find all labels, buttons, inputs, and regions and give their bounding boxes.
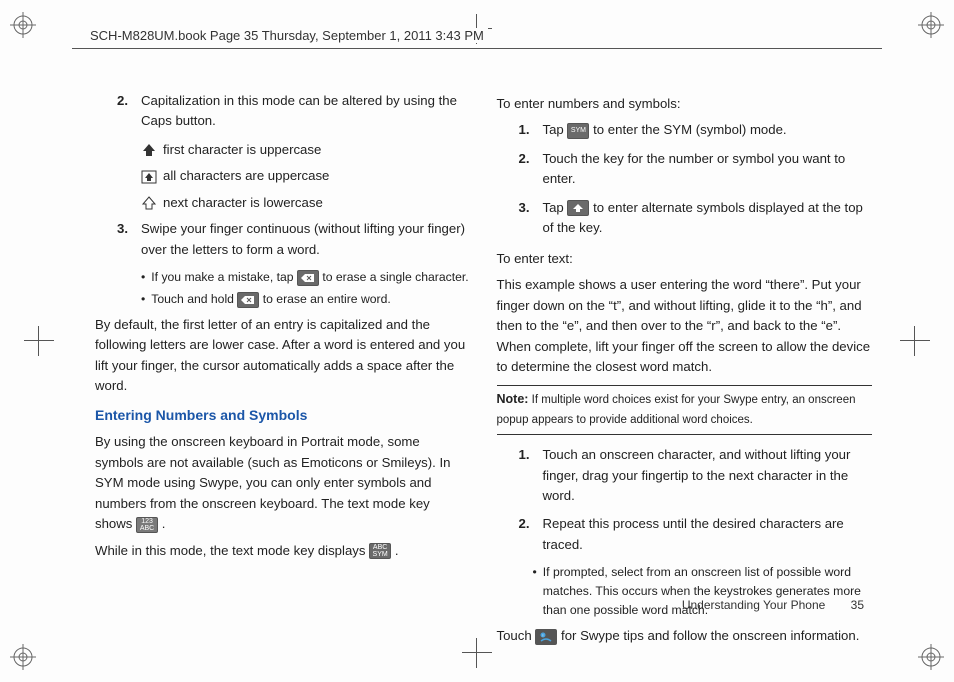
list-number: 3. [519,198,543,239]
bullet-body: If you make a mistake, tap to erase a si… [151,268,470,287]
registration-mark-icon [918,12,944,38]
shift-key-icon [567,200,589,216]
page-footer: Understanding Your Phone 35 [682,598,864,612]
text-run: for Swype tips and follow the onscreen i… [561,628,859,643]
shift-lower-icon [141,196,157,210]
text-run: While in this mode, the text mode key di… [95,543,369,558]
registration-mark-icon [10,12,36,38]
text-run: Tap [543,122,568,137]
paragraph: Touch i for Swype tips and follow the on… [497,626,873,646]
list-number: 2. [519,514,543,555]
note-label: Note: [497,392,529,406]
running-head: SCH-M828UM.book Page 35 Thursday, Septem… [86,28,488,43]
bullet-icon: • [533,563,537,620]
sub-bullet: • If you make a mistake, tap to erase a … [141,268,471,287]
paragraph: By default, the first letter of an entry… [95,315,471,397]
list-body: Repeat this process until the desired ch… [543,514,873,555]
right-column: To enter numbers and symbols: 1. Tap SYM… [497,88,873,612]
list-item: 2. Repeat this process until the desired… [519,514,873,555]
list-number: 3. [117,219,141,260]
section-heading: Entering Numbers and Symbols [95,405,471,427]
list-item: 1. Touch an onscreen character, and with… [519,445,873,506]
list-body: Tap SYM to enter the SYM (symbol) mode. [543,120,873,140]
caps-state-label: next character is lowercase [163,193,323,213]
text-run: . [395,543,399,558]
key-label: SYM [571,127,586,134]
body-columns: 2. Capitalization in this mode can be al… [95,88,872,612]
text-run: . [162,516,166,531]
sym-key-icon: SYM [567,123,589,139]
crop-mark-icon [24,326,54,356]
registration-mark-icon [918,644,944,670]
list-body: Tap to enter alternate symbols displayed… [543,198,873,239]
list-item: 2. Capitalization in this mode can be al… [117,91,471,132]
lead-in: To enter text: [497,249,873,269]
manual-page: SCH-M828UM.book Page 35 Thursday, Septem… [0,0,954,682]
sub-bullet: • Touch and hold to erase an entire word… [141,290,471,309]
paragraph: This example shows a user entering the w… [497,275,873,377]
abc123-key-icon: 123ABC [136,517,158,533]
registration-mark-icon [10,644,36,670]
bullet-icon: • [141,290,145,309]
caps-state-line: first character is uppercase [141,140,471,160]
caps-state-label: first character is uppercase [163,140,321,160]
list-item: 1. Tap SYM to enter the SYM (symbol) mod… [519,120,873,140]
paragraph: By using the onscreen keyboard in Portra… [95,432,471,534]
bullet-body: Touch and hold to erase an entire word. [151,290,470,309]
list-item: 3. Tap to enter alternate symbols displa… [519,198,873,239]
note: Note: If multiple word choices exist for… [497,390,873,430]
list-body: Touch an onscreen character, and without… [543,445,873,506]
shift-all-upper-icon [141,170,157,184]
text-run: Tap [543,200,568,215]
left-column: 2. Capitalization in this mode can be al… [95,88,471,612]
backspace-key-icon [297,270,319,286]
bullet-icon: • [141,268,145,287]
caps-state-line: next character is lowercase [141,193,471,213]
caps-state-label: all characters are uppercase [163,166,329,186]
list-item: 2. Touch the key for the number or symbo… [519,149,873,190]
text-run: If you make a mistake, tap [151,270,297,284]
header-rule [72,48,882,49]
text-run: to erase a single character. [322,270,468,284]
paragraph: While in this mode, the text mode key di… [95,541,471,561]
list-number: 1. [519,445,543,506]
list-number: 2. [519,149,543,190]
list-body: Touch the key for the number or symbol y… [543,149,873,190]
note-rule [497,385,873,386]
list-number: 1. [519,120,543,140]
backspace-key-icon [237,292,259,308]
shift-first-upper-icon [141,143,157,157]
text-run: Touch and hold [151,292,237,306]
swype-info-key-icon: i [535,629,557,645]
caps-state-line: all characters are uppercase [141,166,471,186]
footer-page-number: 35 [851,598,864,612]
note-body: If multiple word choices exist for your … [497,394,856,426]
text-run: Touch [497,628,536,643]
abcsym-key-icon: ABCSYM [369,543,391,559]
text-run: to enter the SYM (symbol) mode. [593,122,787,137]
list-body: Capitalization in this mode can be alter… [141,91,471,132]
text-run: to enter alternate symbols displayed at … [543,200,863,235]
crop-mark-icon [462,638,492,668]
svg-text:i: i [543,632,544,637]
lead-in: To enter numbers and symbols: [497,94,873,114]
list-body: Swipe your finger continuous (without li… [141,219,471,260]
list-number: 2. [117,91,141,132]
footer-section: Understanding Your Phone [682,598,825,612]
list-item: 3. Swipe your finger continuous (without… [117,219,471,260]
crop-mark-icon [900,326,930,356]
note-rule [497,434,873,435]
text-run: to erase an entire word. [263,292,391,306]
